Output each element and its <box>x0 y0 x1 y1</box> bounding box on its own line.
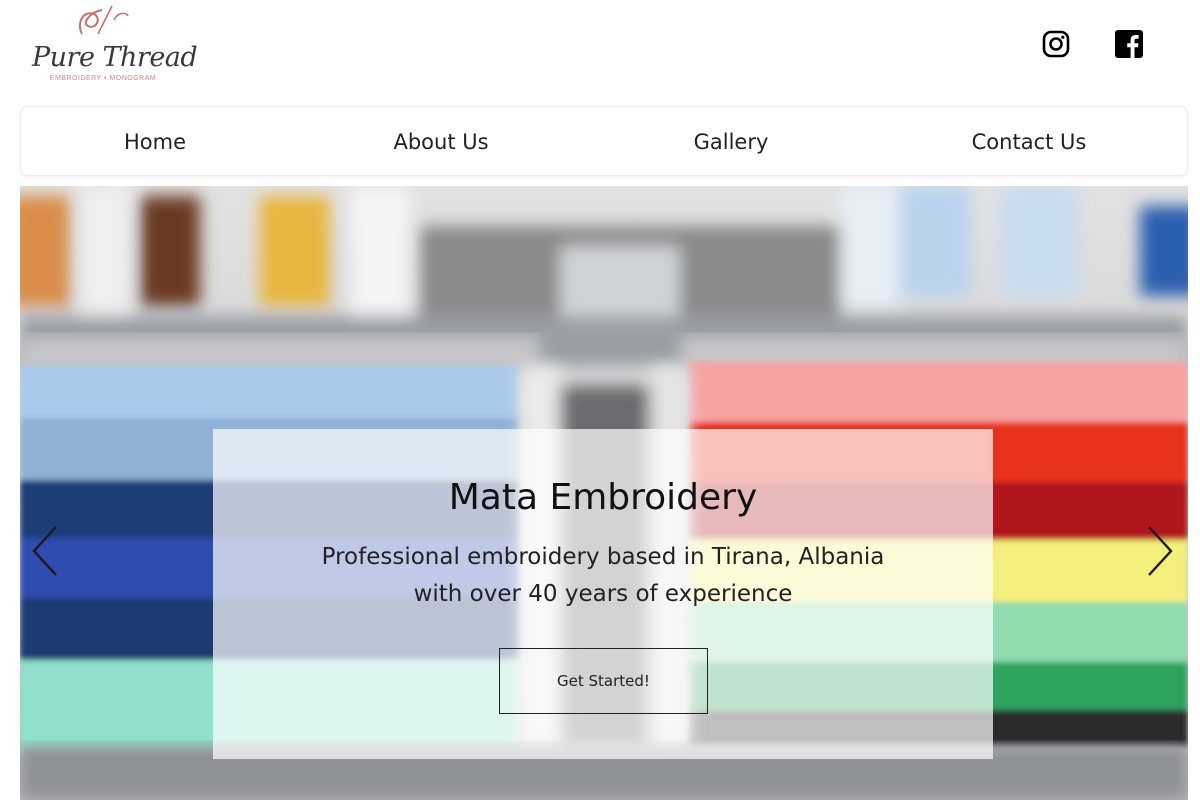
logo-tagline: EMBROIDERY • MONOGRAM <box>49 75 157 82</box>
get-started-button[interactable]: Get Started! <box>499 648 708 714</box>
facebook-icon <box>1115 30 1143 58</box>
nav-item-home[interactable]: Home <box>124 107 186 177</box>
hero-subtitle-line1: Professional embroidery based in Tirana,… <box>321 544 885 570</box>
nav-item-about-us[interactable]: About Us <box>393 107 488 177</box>
needle-thread-icon <box>78 5 129 35</box>
hero-subtitle-line2: with over 40 years of experience <box>413 581 793 607</box>
instagram-icon <box>1042 30 1070 58</box>
main-nav: Home About Us Gallery Contact Us <box>20 106 1188 176</box>
chevron-right-icon <box>1148 526 1173 576</box>
site-logo[interactable]: Pure Thread EMBROIDERY • MONOGRAM <box>32 4 198 88</box>
hero-caption: Mata Embroidery Professional embroidery … <box>213 429 993 759</box>
nav-item-gallery[interactable]: Gallery <box>694 107 769 177</box>
carousel-next-button[interactable] <box>1145 524 1175 578</box>
hero-carousel: Mata Embroidery Professional embroidery … <box>20 186 1188 800</box>
facebook-link[interactable] <box>1115 30 1143 58</box>
hero-title: Mata Embroidery <box>448 477 758 518</box>
instagram-link[interactable] <box>1042 30 1070 58</box>
logo-name: Pure Thread <box>32 42 198 73</box>
chevron-left-icon <box>32 526 57 576</box>
nav-item-contact-us[interactable]: Contact Us <box>972 107 1087 177</box>
carousel-prev-button[interactable] <box>30 524 60 578</box>
